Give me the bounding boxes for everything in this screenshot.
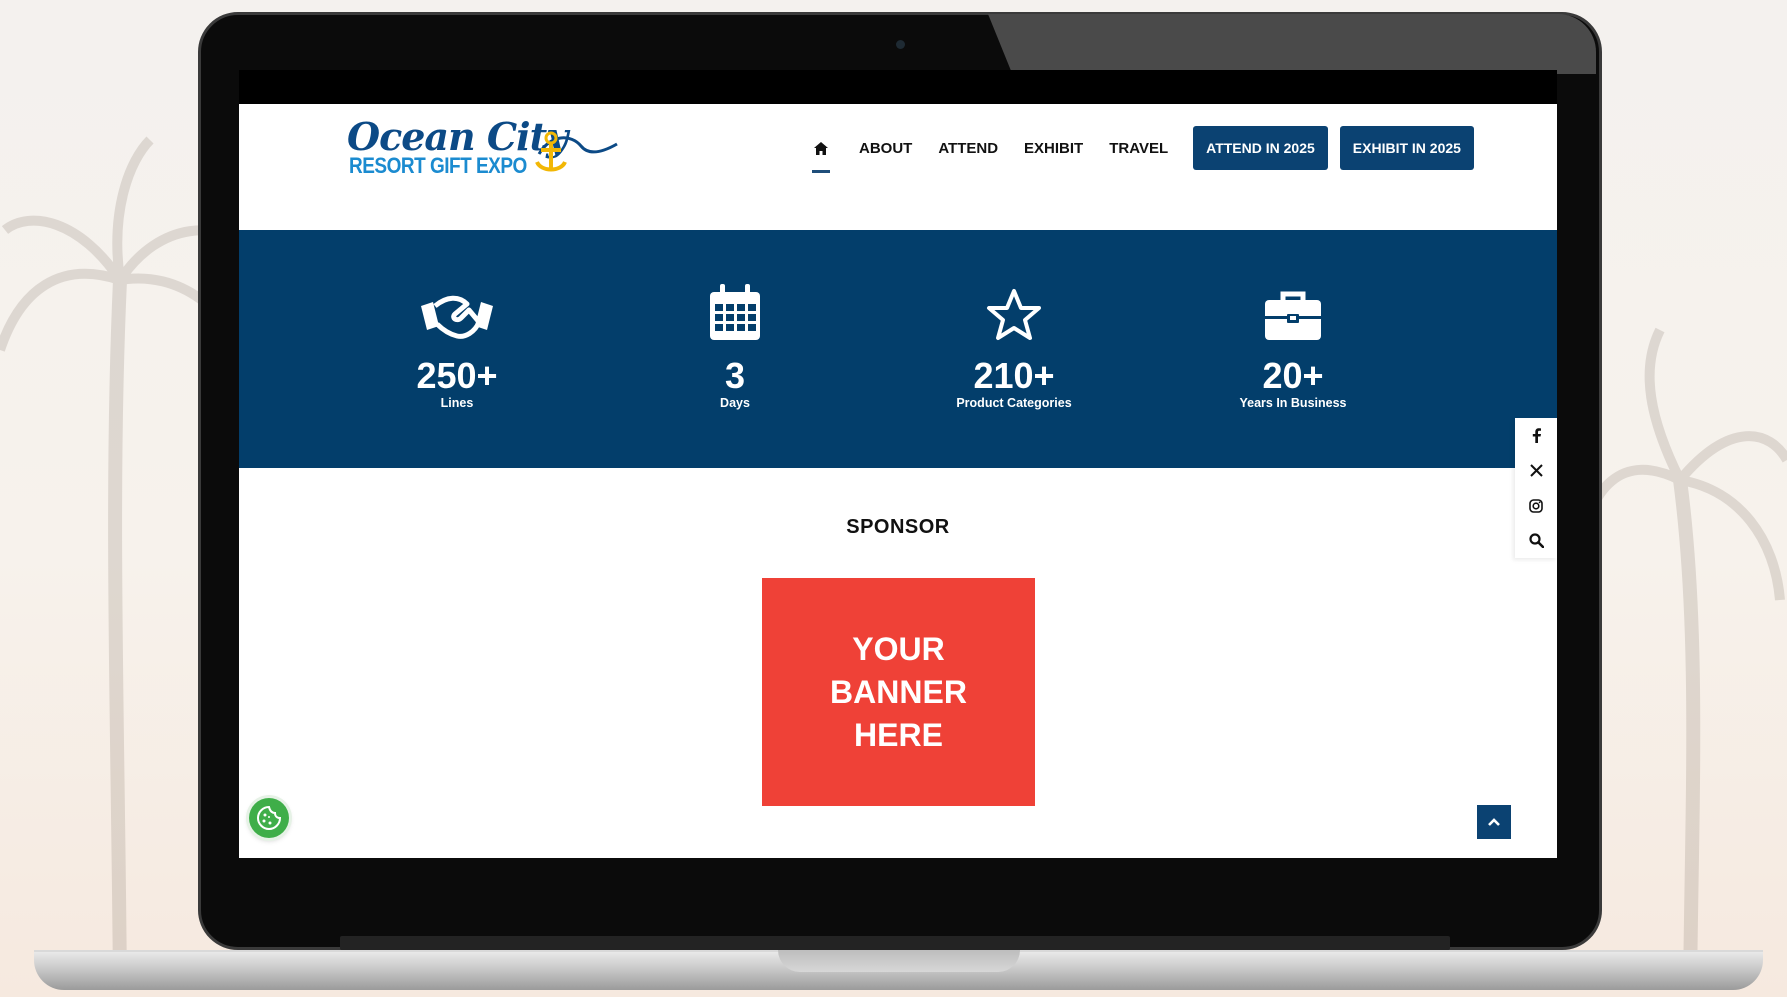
website-screen: Ocean City RESORT GIFT EXPO ABOUT ATTEND… <box>239 104 1557 858</box>
stat-product-categories: 210+ Product Categories <box>904 280 1124 410</box>
site-logo[interactable]: Ocean City RESORT GIFT EXPO <box>347 114 618 184</box>
chevron-up-icon <box>1488 818 1500 826</box>
nav-link-travel[interactable]: TRAVEL <box>1109 140 1168 157</box>
stat-label: Lines <box>440 396 474 410</box>
stat-label: Product Categories <box>956 396 1072 410</box>
banner-text: YOUR BANNER HERE <box>819 628 979 757</box>
stat-label: Days <box>720 396 750 410</box>
stat-value: 250+ <box>416 355 498 396</box>
logo-subtitle-text: RESORT GIFT EXPO <box>349 154 527 179</box>
x-icon <box>1529 464 1543 477</box>
exhibit-in-2025-button[interactable]: EXHIBIT IN 2025 <box>1339 126 1474 170</box>
screen-top-bezel <box>239 70 1557 104</box>
banner-line: YOUR <box>852 630 945 667</box>
star-icon <box>987 289 1041 340</box>
stats-band: 250+ Lines 3 Days 210+ Product Categorie… <box>239 230 1557 468</box>
banner-line: BANNER <box>830 673 967 710</box>
main-navigation: ABOUT ATTEND EXHIBIT TRAVEL ATTEND IN 20… <box>808 126 1474 173</box>
facebook-icon <box>1532 428 1541 443</box>
handshake-icon <box>421 295 493 339</box>
home-icon <box>814 141 828 155</box>
attend-in-2025-button[interactable]: ATTEND IN 2025 <box>1193 126 1328 170</box>
nav-home[interactable] <box>808 137 834 173</box>
stat-lines: 250+ Lines <box>347 280 567 410</box>
facebook-link[interactable] <box>1515 418 1557 453</box>
x-link[interactable] <box>1515 453 1557 488</box>
stat-label: Years In Business <box>1239 396 1347 410</box>
laptop-hinge <box>340 936 1450 950</box>
cookie-icon <box>256 805 282 831</box>
cookie-settings-button[interactable] <box>249 798 289 838</box>
stat-value: 210+ <box>973 355 1055 396</box>
laptop-lid-reflection <box>988 14 1596 74</box>
nav-link-attend[interactable]: ATTEND <box>938 140 998 157</box>
palm-tree-right-decoration <box>1580 327 1787 990</box>
anchor-icon <box>535 131 618 172</box>
stat-years-in-business: 20+ Years In Business <box>1183 280 1403 410</box>
stat-days: 3 Days <box>625 280 845 410</box>
banner-line: HERE <box>854 716 943 753</box>
sponsor-heading: SPONSOR <box>846 516 950 538</box>
stat-value: 20+ <box>1262 355 1324 396</box>
sponsor-banner[interactable]: YOUR BANNER HERE <box>762 578 1035 806</box>
stat-value: 3 <box>724 355 746 396</box>
webcam <box>896 40 905 49</box>
nav-link-exhibit[interactable]: EXHIBIT <box>1024 140 1083 157</box>
briefcase-icon <box>1265 291 1321 340</box>
calendar-icon <box>710 284 760 340</box>
scroll-to-top-button[interactable] <box>1477 805 1511 839</box>
instagram-icon <box>1529 498 1543 513</box>
nav-link-about[interactable]: ABOUT <box>859 140 912 157</box>
laptop-base-notch <box>778 950 1020 972</box>
